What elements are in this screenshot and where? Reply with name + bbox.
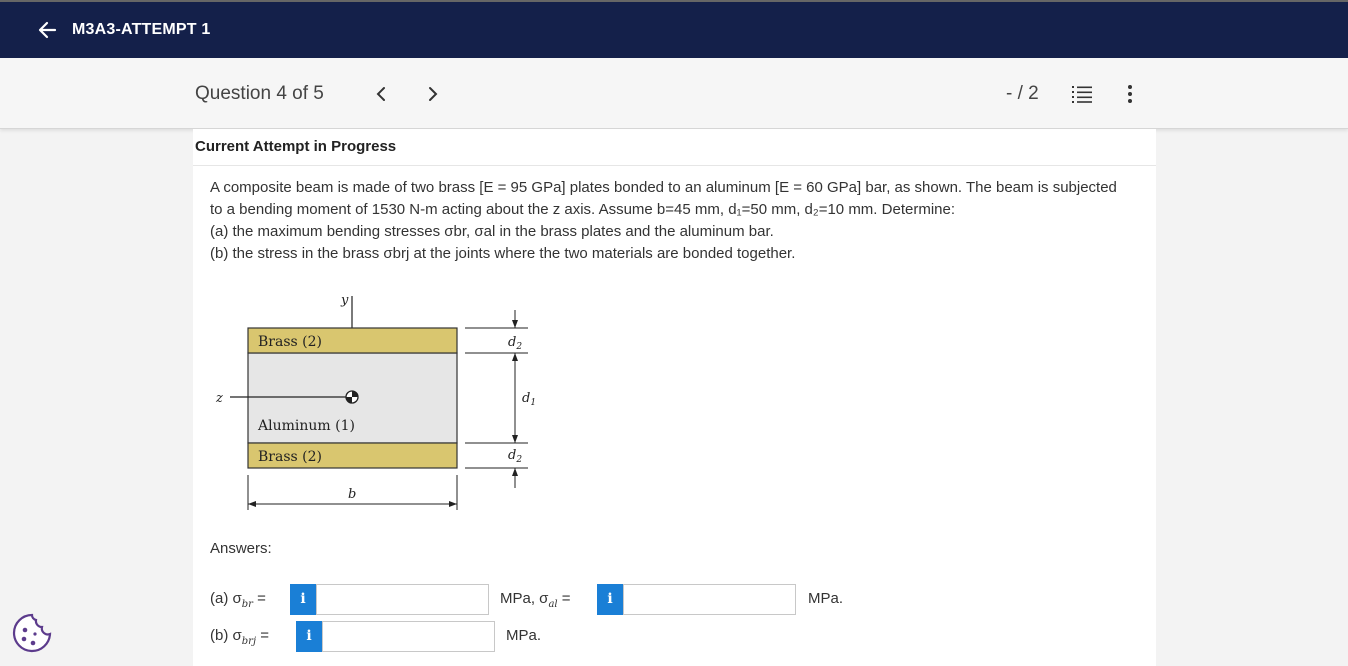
info-button-a-al[interactable]: i xyxy=(597,584,623,615)
assignment-title: M3A3-ATTEMPT 1 xyxy=(72,21,211,38)
d2-bottom-label: d2 xyxy=(508,448,522,465)
problem-line-2: to a bending moment of 1530 N-m acting a… xyxy=(210,201,955,218)
question-score: - / 2 xyxy=(1006,83,1039,104)
d2-top-label: d2 xyxy=(508,335,522,352)
centroid-icon xyxy=(345,390,359,404)
answer-input-sigma-al[interactable] xyxy=(623,584,796,615)
d1-label: d1 xyxy=(522,391,536,408)
answer-a-label: (a) σbr = xyxy=(210,590,266,610)
more-vertical-icon[interactable] xyxy=(1122,84,1138,104)
problem-line-4: (b) the stress in the brass σbrj at the … xyxy=(210,245,796,262)
cookie-icon[interactable] xyxy=(11,612,53,654)
top-header: M3A3-ATTEMPT 1 xyxy=(0,0,1348,58)
z-axis-label: z xyxy=(215,391,223,406)
brass-top-label: Brass (2) xyxy=(258,334,322,350)
question-bar: Question 4 of 5 - / 2 xyxy=(0,58,1348,129)
answers-label: Answers: xyxy=(210,540,272,557)
numbered-list-icon[interactable] xyxy=(1071,84,1093,104)
arrow-left-icon[interactable] xyxy=(36,19,58,41)
y-axis-label: y xyxy=(340,293,349,308)
unit-mpa-b: MPa. xyxy=(506,627,542,644)
answer-b-label: (b) σbrj = xyxy=(210,627,269,647)
answer-input-sigma-br[interactable] xyxy=(316,584,489,615)
b-label: b xyxy=(348,487,356,502)
divider xyxy=(193,165,1156,166)
problem-line-3: (a) the maximum bending stresses σbr, σa… xyxy=(210,223,774,240)
unit-mpa-sigma-al: MPa, σal = xyxy=(500,590,571,610)
chevron-right-icon[interactable] xyxy=(425,85,441,103)
aluminum-label: Aluminum (1) xyxy=(257,418,355,434)
problem-line-1: A composite beam is made of two brass [E… xyxy=(210,179,1117,196)
answer-input-sigma-brj[interactable] xyxy=(322,621,495,652)
info-button-b[interactable]: i xyxy=(296,621,322,652)
beam-cross-section-figure: y z Brass (2) Aluminum (1) Brass (2) d2 … xyxy=(215,293,536,510)
content-area: Current Attempt in Progress A composite … xyxy=(0,129,1348,666)
attempt-status: Current Attempt in Progress xyxy=(195,138,397,155)
brass-bottom-label: Brass (2) xyxy=(258,449,322,465)
question-counter: Question 4 of 5 xyxy=(195,83,324,104)
info-button-a-br[interactable]: i xyxy=(290,584,316,615)
chevron-left-icon[interactable] xyxy=(373,85,389,103)
problem-statement: A composite beam is made of two brass [E… xyxy=(210,177,1140,265)
unit-mpa-a: MPa. xyxy=(808,590,844,607)
